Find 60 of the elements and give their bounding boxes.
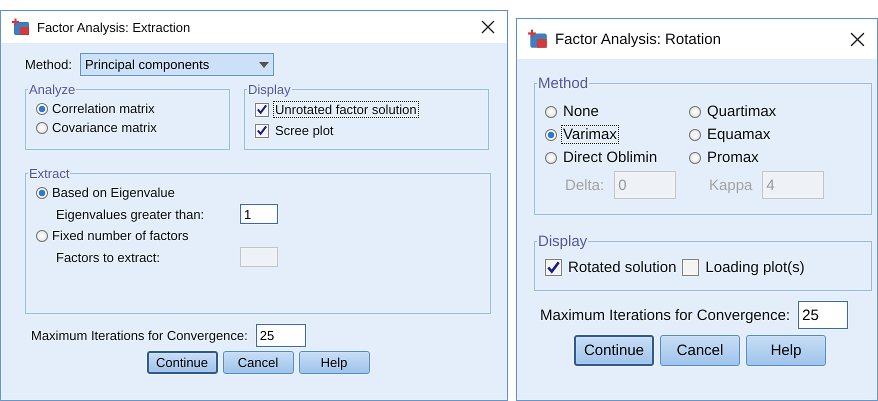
group-title: Method bbox=[537, 75, 590, 92]
radio-button[interactable] bbox=[36, 122, 48, 134]
dialog-button[interactable]: Continue bbox=[574, 335, 654, 366]
radio-button[interactable] bbox=[36, 230, 48, 242]
check-icon bbox=[546, 260, 561, 275]
option-label[interactable]: Promax bbox=[705, 148, 761, 167]
radio-button[interactable] bbox=[36, 186, 48, 198]
radio-button[interactable] bbox=[689, 106, 701, 118]
window-title: Factor Analysis: Extraction bbox=[37, 20, 192, 34]
checkbox[interactable] bbox=[255, 124, 269, 138]
option-label[interactable]: Based on Eigenvalue bbox=[52, 185, 175, 200]
radio-button[interactable] bbox=[545, 152, 557, 164]
radio-button[interactable] bbox=[689, 128, 701, 140]
check-icon bbox=[256, 103, 268, 116]
caret-icon bbox=[258, 62, 269, 68]
option-label[interactable]: Scree plot bbox=[273, 122, 336, 139]
field-label: Eigenvalues greater than: bbox=[56, 206, 206, 222]
app-icon bbox=[11, 18, 31, 36]
max-iterations-field[interactable]: 25 bbox=[798, 301, 848, 329]
option-label[interactable]: None bbox=[561, 102, 601, 121]
radio-button[interactable] bbox=[36, 102, 48, 114]
dialog-button[interactable]: Cancel bbox=[222, 351, 294, 374]
option-label[interactable]: Direct Oblimin bbox=[561, 148, 660, 167]
field-label: Kappa bbox=[709, 176, 752, 194]
option-label[interactable]: Equamax bbox=[705, 125, 772, 144]
option-label[interactable]: Rotated solution bbox=[566, 258, 678, 277]
option-label[interactable]: Covariance matrix bbox=[52, 120, 157, 135]
option-label[interactable]: Unrotated factor solution bbox=[273, 101, 419, 118]
checkbox[interactable] bbox=[545, 259, 562, 276]
window-title: Factor Analysis: Rotation bbox=[555, 30, 722, 48]
group-title: Display bbox=[247, 82, 292, 97]
group-title: Extract bbox=[28, 166, 70, 181]
method-label: Method: bbox=[25, 57, 72, 72]
close-icon[interactable] bbox=[850, 32, 865, 46]
group-title: Analyze bbox=[28, 82, 76, 97]
dialog-button[interactable]: Cancel bbox=[660, 335, 740, 366]
close-icon[interactable] bbox=[481, 20, 495, 34]
radio-button[interactable] bbox=[689, 152, 701, 164]
checkbox[interactable] bbox=[255, 102, 269, 116]
radio-button[interactable] bbox=[545, 106, 557, 118]
max-iterations-label: Maximum Iterations for Convergence: bbox=[540, 306, 790, 324]
radio-button[interactable] bbox=[545, 128, 557, 140]
dialog-button[interactable]: Continue bbox=[146, 351, 218, 374]
check-icon bbox=[256, 124, 268, 137]
input-field[interactable]: 1 bbox=[240, 204, 278, 224]
option-label[interactable]: Fixed number of factors bbox=[52, 228, 189, 243]
option-label[interactable]: Correlation matrix bbox=[52, 101, 155, 116]
dialog-button[interactable]: Help bbox=[298, 351, 370, 374]
option-label[interactable]: Loading plot(s) bbox=[703, 258, 807, 277]
option-label[interactable]: Varimax bbox=[561, 125, 619, 144]
max-iterations-field[interactable]: 25 bbox=[256, 324, 306, 347]
field-label: Delta: bbox=[565, 176, 604, 194]
group-title: Display bbox=[537, 233, 588, 250]
field-label: Factors to extract: bbox=[56, 250, 162, 264]
dialog-button[interactable]: Help bbox=[746, 335, 826, 366]
max-iterations-label: Maximum Iterations for Convergence: bbox=[31, 328, 248, 343]
option-label[interactable]: Quartimax bbox=[705, 102, 778, 121]
method-dropdown[interactable]: Principal components bbox=[80, 53, 274, 76]
app-icon bbox=[527, 29, 549, 49]
checkbox[interactable] bbox=[682, 259, 700, 276]
